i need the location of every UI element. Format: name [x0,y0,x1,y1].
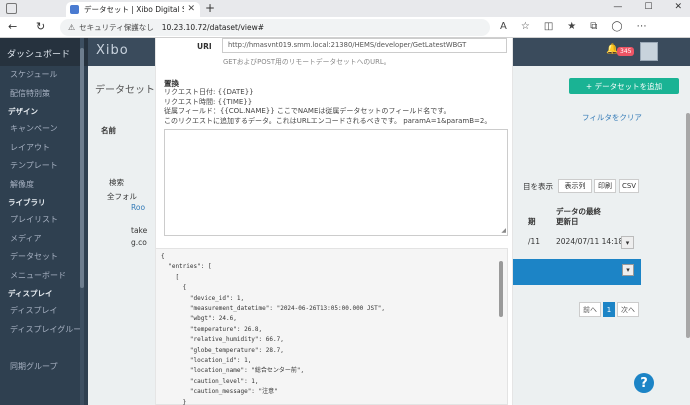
column-header-a[interactable]: 期 [528,216,536,227]
read-aloud-icon[interactable]: A [500,21,507,32]
pager-page[interactable]: 1 [603,302,615,317]
warning-triangle-icon: ⚠ [68,23,76,32]
sidebar-item[interactable]: レイアウト [0,139,88,158]
sidebar-list: スケジュール 配信特別策デザインキャンペーン レイアウト テンプレート 解像度ライブラリ… [0,66,88,376]
browser-tabstrip: データセット | Xibo Digital Signage ✕ + — ☐ ✕ [0,0,690,17]
browser-tab[interactable]: データセット | Xibo Digital Signage ✕ [66,2,200,17]
column-header-b-line2[interactable]: 更新日 [556,216,579,227]
sidebar-item[interactable]: 配信特別策 [0,85,88,104]
sidebar-item[interactable]: 解像度 [0,176,88,195]
more-icon[interactable]: ⋯ [637,21,647,32]
sidebar-section-heading: ライブラリ [8,198,46,207]
app-area: ダッシュボード スケジュール 配信特別策デザインキャンペーン レイアウト テンプレート… [0,38,690,405]
show-columns-label: 目を表示 [523,182,553,191]
table-cell-updated: 2024/07/11 14:18 [556,237,624,246]
sidebar-item[interactable]: テンプレート [0,157,88,176]
replacements-title: 置換 [164,79,179,88]
sidebar-item[interactable]: スケジュール [0,66,88,85]
folder-root[interactable]: Roo [131,203,145,212]
close-tab-icon[interactable]: ✕ [187,4,195,14]
notification-badge: 345 [617,47,635,56]
add-dataset-button[interactable]: + データセットを追加 [569,78,679,94]
help-button[interactable]: ? [634,373,654,393]
sidebar-item[interactable] [0,339,88,358]
minimize-icon[interactable]: — [613,2,622,12]
chevron-down-icon[interactable]: ▾ [622,264,634,276]
sidebar-item[interactable]: プレイリスト [0,211,88,230]
tab-title: データセット | Xibo Digital Signage [84,5,184,14]
clear-filter-link[interactable]: フィルタをクリア [582,112,642,123]
replacements-help: 置換 リクエスト日付: {{DATE}} リクエスト時間: {{TIME}} 従… [164,79,504,127]
sidebar-section-heading: ディスプレイ [8,289,53,298]
resize-grip-icon[interactable]: ◢ [501,227,506,234]
security-label: セキュリティ保護なし [79,23,154,32]
sidebar-item[interactable]: キャンペーン [0,120,88,139]
close-window-icon[interactable]: ✕ [674,2,682,12]
xibo-logo: Xibo [96,43,129,58]
tab-actions-icon[interactable] [6,3,17,14]
url-text: 10.23.10.72/dataset/view# [161,23,265,32]
json-preview: { "entries": [ [ { "device_id": 1, "meas… [156,248,508,405]
all-folders-checkbox[interactable]: 全フォル [107,191,137,202]
uri-input[interactable]: http://hmasvnt019.smm.local:21380/HEMS/d… [222,38,507,53]
pager-prev[interactable]: 前へ [579,302,601,317]
sidebar-item[interactable]: ディスプレイ [0,302,88,321]
search-label: 検索 [109,178,124,187]
sidebar-item[interactable]: メディア [0,230,88,249]
sidebar-scrollbar[interactable] [80,38,84,405]
sidebar-dashboard[interactable]: ダッシュボード [0,38,88,66]
split-screen-icon[interactable]: ◫ [544,21,553,32]
browser-toolbar: A ☆ ◫ ★ ⧉ ◯ ⋯ [500,21,647,32]
new-tab-icon[interactable]: + [205,1,215,15]
favorite-icon[interactable]: ☆ [521,21,530,32]
row-text-2: g.co [131,238,147,247]
row-text-1: take [131,226,148,235]
replacement-time: リクエスト時間: {{TIME}} [164,97,253,106]
avatar[interactable] [640,42,658,61]
name-filter-label: 名前 [101,126,116,135]
replacement-dependent-field: 従属フィールド：{{COL.NAME}} ここでNAMEは従属データセットのフィ… [164,107,451,116]
collections-icon[interactable]: ⧉ [590,21,597,32]
replacement-request-data: このリクエストに追加するデータ。これはURLエンコードされるべきです。 para… [164,117,492,126]
sidebar-item[interactable]: 同期グループ [0,358,88,377]
uri-help-text: GETおよびPOST用のリモートデータセットへのURL。 [223,58,391,66]
address-bar: ← ↻ ⚠ セキュリティ保護なし 10.23.10.72/dataset/vie… [0,17,690,38]
sidebar-scroll-thumb[interactable] [80,48,84,288]
sidebar-section-heading: デザイン [8,107,38,116]
print-button[interactable]: 印刷 [594,179,616,193]
column-visibility-button[interactable]: 表示列 [558,179,592,193]
sidebar-item[interactable]: メニューボード [0,267,88,286]
xibo-favicon-icon [70,5,79,14]
page-scrollbar[interactable] [686,113,690,338]
csv-button[interactable]: CSV [619,179,639,193]
dataset-edit-modal: URI http://hmasvnt019.smm.local:21380/HE… [155,38,513,405]
table-cell-a: /11 [528,237,541,246]
json-scrollbar[interactable] [499,261,503,317]
favorites-icon[interactable]: ★ [567,21,576,32]
pager-next[interactable]: 次へ [617,302,639,317]
json-preview-text: { "entries": [ [ { "device_id": 1, "meas… [161,253,385,405]
profile-icon[interactable]: ◯ [611,21,622,32]
row-actions-button[interactable]: ▾ [621,236,634,249]
replacement-date: リクエスト日付: {{DATE}} [164,88,254,96]
sidebar-item[interactable]: ディスプレイグルー [0,321,88,340]
window-controls: — ☐ ✕ [613,2,682,12]
refresh-icon[interactable]: ↻ [36,20,45,33]
uri-label: URI [197,42,212,51]
sidebar-item[interactable]: データセット [0,248,88,267]
maximize-icon[interactable]: ☐ [644,2,652,12]
page-title: データセット [95,85,155,96]
table-row-selected[interactable]: ▾ [507,259,641,285]
sidebar: ダッシュボード スケジュール 配信特別策デザインキャンペーン レイアウト テンプレート… [0,38,88,405]
url-field[interactable]: ⚠ セキュリティ保護なし 10.23.10.72/dataset/view# [60,19,490,36]
back-icon[interactable]: ← [8,20,17,33]
post-data-textarea[interactable]: ◢ [164,129,508,236]
